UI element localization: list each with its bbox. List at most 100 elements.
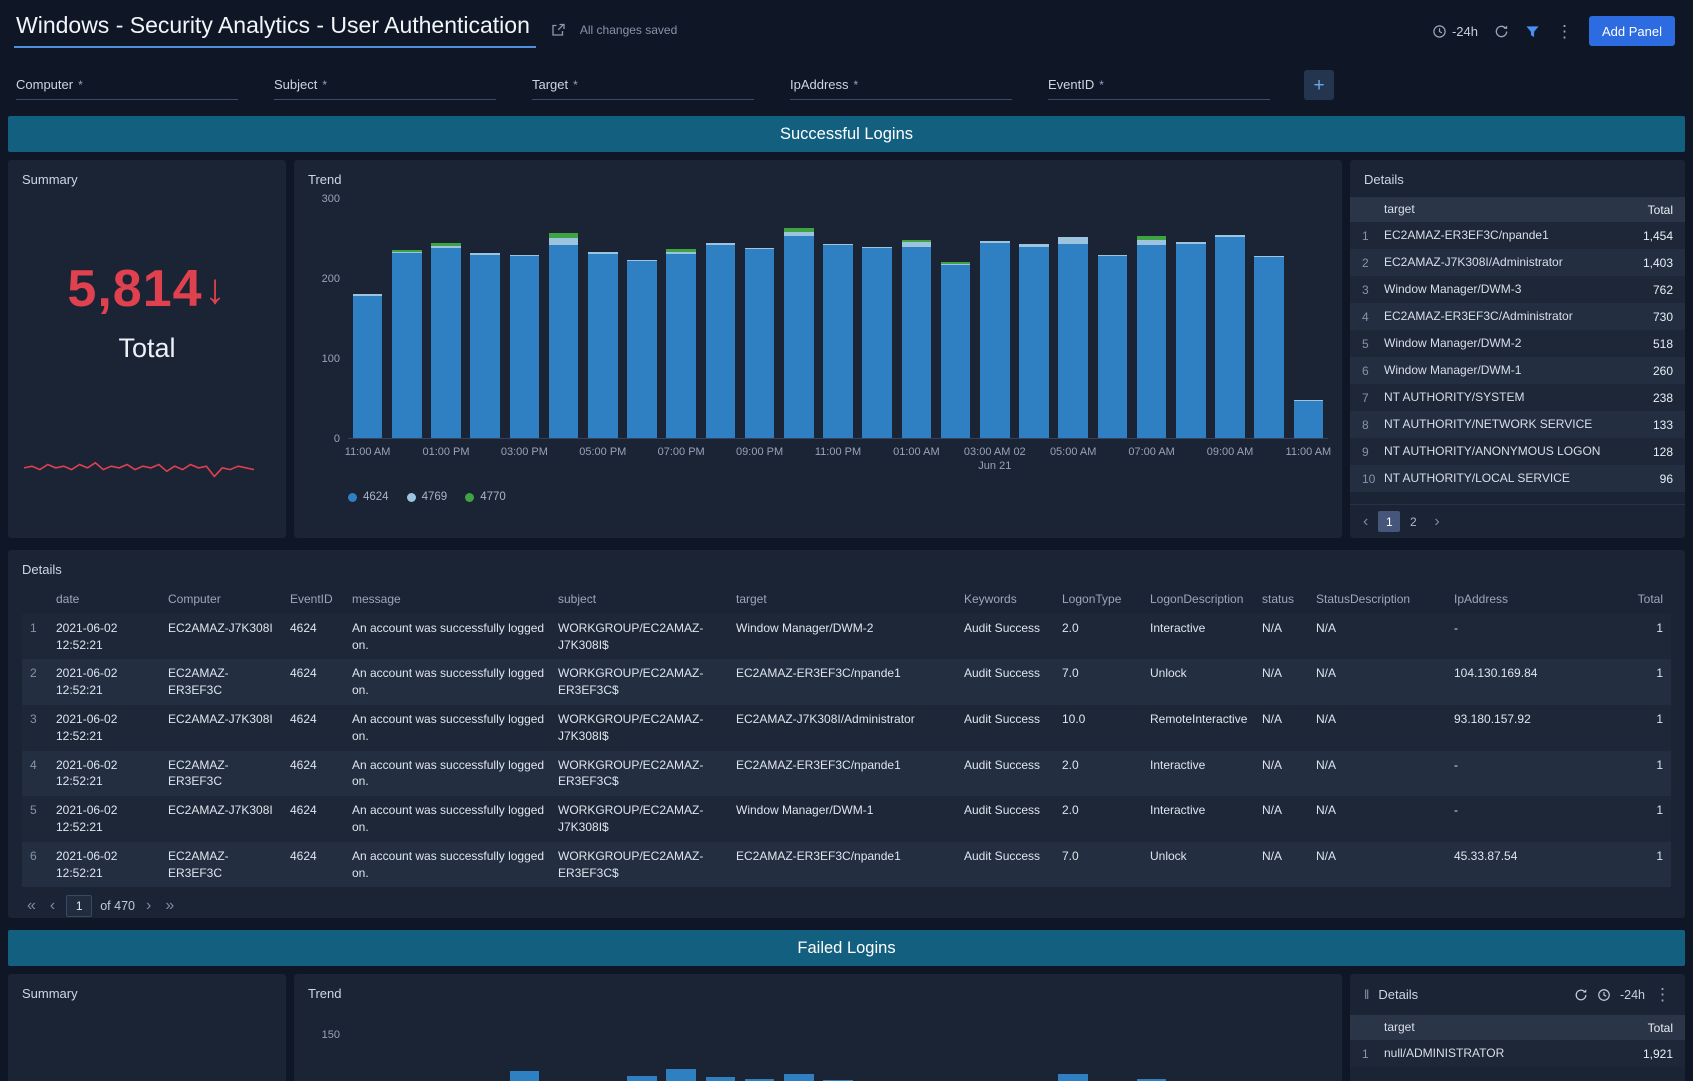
trend-bar[interactable] xyxy=(510,255,540,438)
legend-item-4624[interactable]: 4624 xyxy=(348,491,389,503)
column-header-ipaddress[interactable]: IpAddress xyxy=(1454,587,1572,614)
target-column-header[interactable]: target xyxy=(1384,201,1648,217)
filter-field-eventid[interactable]: EventID* xyxy=(1048,77,1270,100)
trend-bar[interactable] xyxy=(1019,244,1049,438)
target-row[interactable]: 7NT AUTHORITY/SYSTEM238 xyxy=(1350,384,1685,411)
prev-page-icon[interactable]: ‹ xyxy=(47,898,58,914)
trend-bar[interactable] xyxy=(627,1076,657,1081)
refresh-icon[interactable] xyxy=(1574,988,1588,1002)
filter-field-ipaddress[interactable]: IpAddress* xyxy=(790,77,1012,100)
share-icon[interactable] xyxy=(550,22,566,38)
trend-bar[interactable] xyxy=(666,1069,696,1081)
trend-bar[interactable] xyxy=(1215,235,1245,438)
trend-bar[interactable] xyxy=(588,252,618,438)
page-button-2[interactable]: 2 xyxy=(1402,511,1424,532)
column-header-statusdescription[interactable]: StatusDescription xyxy=(1316,587,1454,614)
add-panel-button[interactable]: Add Panel xyxy=(1589,16,1675,46)
trend-bar[interactable] xyxy=(1294,400,1324,438)
trend-bar[interactable] xyxy=(666,249,696,438)
trend-bar[interactable] xyxy=(980,241,1010,438)
target-row[interactable]: 4EC2AMAZ-ER3EF3C/Administrator730 xyxy=(1350,303,1685,330)
trend-bar[interactable] xyxy=(784,1074,814,1081)
trend-bar[interactable] xyxy=(745,248,775,438)
clock-icon[interactable] xyxy=(1597,988,1611,1002)
dashboard-title[interactable]: Windows - Security Analytics - User Auth… xyxy=(14,12,536,48)
row-cell: 4624 xyxy=(290,659,352,705)
trend-bar[interactable] xyxy=(1098,255,1128,438)
column-header-total[interactable]: Total xyxy=(1572,587,1671,614)
column-header-computer[interactable]: Computer xyxy=(168,587,290,614)
trend-bar[interactable] xyxy=(706,243,736,438)
trend-bar[interactable] xyxy=(862,247,892,438)
trend-bar[interactable] xyxy=(902,240,932,438)
add-filter-button[interactable]: + xyxy=(1304,70,1334,100)
trend-bar[interactable] xyxy=(470,253,500,438)
column-header-date[interactable]: date xyxy=(56,587,168,614)
column-header-subject[interactable]: subject xyxy=(558,587,736,614)
column-header-message[interactable]: message xyxy=(352,587,558,614)
event-row[interactable]: 12021-06-02 12:52:21EC2AMAZ-J7K308I4624A… xyxy=(22,614,1671,660)
target-row[interactable]: 5Window Manager/DWM-2518 xyxy=(1350,330,1685,357)
filter-field-target[interactable]: Target* xyxy=(532,77,754,100)
event-row[interactable]: 32021-06-02 12:52:21EC2AMAZ-J7K308I4624A… xyxy=(22,705,1671,751)
column-header-status[interactable]: status xyxy=(1262,587,1316,614)
trend-bar[interactable] xyxy=(431,243,461,438)
trend-bar[interactable] xyxy=(1058,237,1088,438)
column-header-keywords[interactable]: Keywords xyxy=(964,587,1062,614)
row-rank: 4 xyxy=(22,751,56,797)
target-row[interactable]: 2EC2AMAZ-J7K308I/Administrator1,403 xyxy=(1350,249,1685,276)
next-page-icon[interactable]: › xyxy=(1431,514,1442,530)
filter-icon[interactable] xyxy=(1525,24,1540,39)
trend-bar[interactable] xyxy=(1137,236,1167,438)
target-row[interactable]: 6Window Manager/DWM-1260 xyxy=(1350,357,1685,384)
event-row[interactable]: 22021-06-02 12:52:21EC2AMAZ-ER3EF3C4624A… xyxy=(22,659,1671,705)
target-row[interactable]: 1EC2AMAZ-ER3EF3C/npande11,454 xyxy=(1350,222,1685,249)
target-column-header[interactable]: target xyxy=(1384,1019,1648,1035)
kebab-menu-icon[interactable]: ⋮ xyxy=(1654,986,1671,1003)
last-page-icon[interactable]: » xyxy=(162,898,177,914)
column-header-eventid[interactable]: EventID xyxy=(290,587,352,614)
trend-bar[interactable] xyxy=(823,244,853,438)
filter-field-computer[interactable]: Computer* xyxy=(16,77,238,100)
panel-toolbar: -24h ⋮ xyxy=(1574,986,1671,1003)
column-header-logontype[interactable]: LogonType xyxy=(1062,587,1150,614)
target-row[interactable]: 8NT AUTHORITY/NETWORK SERVICE133 xyxy=(1350,411,1685,438)
legend-item-4770[interactable]: 4770 xyxy=(465,491,506,503)
event-row[interactable]: 52021-06-02 12:52:21EC2AMAZ-J7K308I4624A… xyxy=(22,796,1671,842)
target-row[interactable]: 10NT AUTHORITY/LOCAL SERVICE96 xyxy=(1350,465,1685,492)
trend-bar[interactable] xyxy=(510,1071,540,1081)
target-row[interactable]: 9NT AUTHORITY/ANONYMOUS LOGON128 xyxy=(1350,438,1685,465)
drag-handle-icon[interactable]: ‖ xyxy=(1364,987,1370,1002)
time-range-control[interactable]: -24h xyxy=(1432,24,1478,39)
total-column-header[interactable]: Total xyxy=(1648,1021,1673,1035)
column-header-target[interactable]: target xyxy=(736,587,964,614)
current-page-input[interactable]: 1 xyxy=(66,895,92,917)
trend-bar[interactable] xyxy=(392,250,422,438)
trend-bar[interactable] xyxy=(1176,242,1206,438)
trend-bar[interactable] xyxy=(784,228,814,438)
target-row[interactable]: 1null/ADMINISTRATOR1,921 xyxy=(1350,1040,1685,1067)
trend-bar[interactable] xyxy=(627,260,657,438)
target-row[interactable]: 3Window Manager/DWM-3762 xyxy=(1350,276,1685,303)
filter-field-subject[interactable]: Subject* xyxy=(274,77,496,100)
event-row[interactable]: 42021-06-02 12:52:21EC2AMAZ-ER3EF3C4624A… xyxy=(22,751,1671,797)
event-row[interactable]: 62021-06-02 12:52:21EC2AMAZ-ER3EF3C4624A… xyxy=(22,842,1671,888)
trend-bar[interactable] xyxy=(1058,1074,1088,1081)
legend-item-4769[interactable]: 4769 xyxy=(407,491,448,503)
trend-bar[interactable] xyxy=(1254,256,1284,438)
bar-segment-4624 xyxy=(392,253,422,438)
row-total: 1,454 xyxy=(1643,229,1673,243)
column-header-logondescription[interactable]: LogonDescription xyxy=(1150,587,1262,614)
x-axis-tick: 03:00 PM xyxy=(493,445,555,459)
trend-bar[interactable] xyxy=(706,1077,736,1081)
first-page-icon[interactable]: « xyxy=(24,898,39,914)
trend-bar[interactable] xyxy=(941,262,971,438)
trend-bar[interactable] xyxy=(353,294,383,438)
trend-bar[interactable] xyxy=(549,233,579,438)
kebab-menu-icon[interactable]: ⋮ xyxy=(1556,23,1573,40)
prev-page-icon[interactable]: ‹ xyxy=(1360,514,1371,530)
page-button-1[interactable]: 1 xyxy=(1378,511,1400,532)
total-column-header[interactable]: Total xyxy=(1648,203,1673,217)
refresh-icon[interactable] xyxy=(1494,24,1509,39)
next-page-icon[interactable]: › xyxy=(143,898,154,914)
